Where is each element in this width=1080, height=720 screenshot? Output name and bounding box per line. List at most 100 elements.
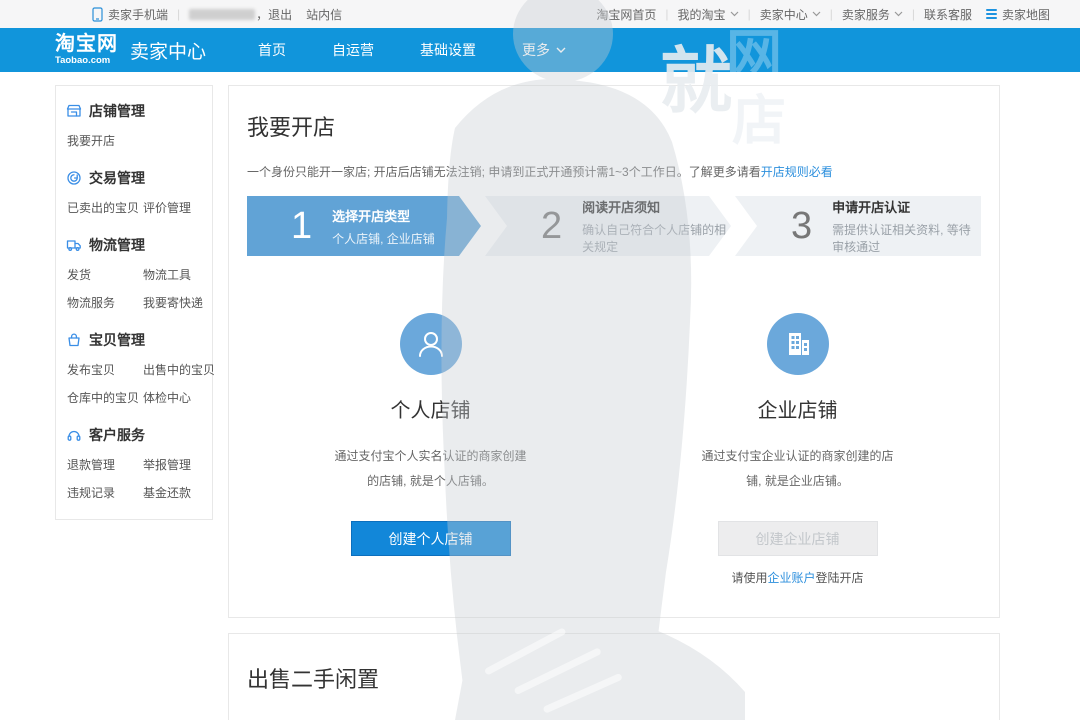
second-hand-title: 出售二手闲置 [247,662,981,694]
desc-line: 铺, 就是企业店铺。 [701,469,893,494]
trade-icon [66,170,82,186]
sidebar-item-send-express[interactable]: 我要寄快递 [143,294,204,311]
sidebar-group-title: 店铺管理 [89,101,145,121]
chevron-down-icon [812,11,821,17]
divider: | [665,7,668,21]
personal-shop-title: 个人店铺 [391,394,471,423]
bag-icon [66,332,82,348]
enterprise-shop-title: 企业店铺 [758,394,838,423]
note-prefix: 请使用 [731,571,767,585]
sidebar-item-sold-items[interactable]: 已卖出的宝贝 [67,199,143,216]
seller-services-menu[interactable]: 卖家服务 [842,6,903,23]
open-shop-steps: 1 选择开店类型 个人店铺, 企业店铺 2 阅读开店须知 确认自己符合个人店铺的… [247,196,981,256]
nav-home[interactable]: 首页 [258,40,286,60]
divider: | [830,7,833,21]
step-title: 选择开店类型 [332,206,435,225]
enterprise-login-note: 请使用企业账户登陆开店 [731,569,863,586]
enterprise-shop-card: 企业店铺 通过支付宝企业认证的商家创建的店 铺, 就是企业店铺。 创建企业店铺 … [628,313,968,586]
sidebar-item-logistics-tools[interactable]: 物流工具 [143,266,204,283]
page-description: 一个身份只能开一家店; 开店后店铺无法注销; 申请到正式开通预计需1~3个工作日… [247,163,981,180]
sidebar-group-shop: 店铺管理 我要开店 [66,101,204,149]
username-redacted [189,9,255,20]
chevron-down-icon [556,47,566,54]
sidebar-item-health-check-center[interactable]: 体检中心 [143,389,215,406]
desc-line: 通过支付宝企业认证的商家创建的店 [701,444,893,469]
nav-more-menu[interactable]: 更多 [522,40,566,60]
sidebar-group-trade: 交易管理 已卖出的宝贝 评价管理 [66,168,204,216]
sidebar-item-logistics-services[interactable]: 物流服务 [67,294,143,311]
my-taobao-menu[interactable]: 我的淘宝 [678,6,739,23]
create-personal-shop-button[interactable]: 创建个人店铺 [351,521,511,556]
logout-link[interactable]: 退出 [268,6,292,23]
shop-rules-link[interactable]: 开店规则必看 [761,165,833,179]
nav-more-label: 更多 [522,40,550,60]
sidebar-group-title: 交易管理 [89,168,145,188]
sidebar-group-title: 物流管理 [89,235,145,255]
step-title: 申请开店认证 [832,197,981,216]
personal-shop-description: 通过支付宝个人实名认证的商家创建 的店铺, 就是个人店铺。 [334,444,526,494]
sidebar-item-open-shop[interactable]: 我要开店 [67,132,143,149]
chevron-down-icon [730,11,739,17]
building-icon [767,313,829,375]
sidebar-item-violation-records[interactable]: 违规记录 [67,484,143,501]
main-navbar: 淘宝网 Taobao.com 卖家中心 首页 自运营 基础设置 更多 [0,28,1080,72]
seller-map-link[interactable]: 卖家地图 [1002,6,1050,23]
step-choose-shop-type: 1 选择开店类型 个人店铺, 企业店铺 [247,196,481,256]
step-number: 3 [791,207,812,245]
step-apply-certification: 3 申请开店认证 需提供认证相关资料, 等待审核通过 [735,196,981,256]
sidebar-group-items: 宝贝管理 发布宝贝 出售中的宝贝 仓库中的宝贝 体检中心 [66,330,204,406]
sidebar-item-refund-management[interactable]: 退款管理 [67,456,143,473]
enterprise-shop-description: 通过支付宝企业认证的商家创建的店 铺, 就是企业店铺。 [701,444,893,494]
comma: ， [256,6,268,23]
page-title: 我要开店 [247,110,981,142]
sidebar-item-report-management[interactable]: 举报管理 [143,456,204,473]
contact-support-link[interactable]: 联系客服 [924,6,972,23]
person-icon [400,313,462,375]
step-number: 2 [541,207,562,245]
sidebar-item-fund-repayment[interactable]: 基金还款 [143,484,204,501]
sidebar-item-items-on-sale[interactable]: 出售中的宝贝 [143,361,215,378]
divider: | [177,7,180,21]
sidebar-group-title: 客户服务 [89,425,145,445]
shop-type-cards: 个人店铺 通过支付宝个人实名认证的商家创建 的店铺, 就是个人店铺。 创建个人店… [247,313,981,586]
taobao-logo-cn: 淘宝网 [55,34,118,54]
sidebar-item-ship[interactable]: 发货 [67,266,143,283]
truck-icon [66,237,82,253]
nav-self-operation[interactable]: 自运营 [332,40,374,60]
create-enterprise-shop-button[interactable]: 创建企业店铺 [718,521,878,556]
desc-line: 通过支付宝个人实名认证的商家创建 [334,444,526,469]
sidebar-item-items-in-stock[interactable]: 仓库中的宝贝 [67,389,143,406]
hamburger-icon [986,9,997,19]
nav-basic-settings[interactable]: 基础设置 [420,40,476,60]
open-shop-panel: 我要开店 一个身份只能开一家店; 开店后店铺无法注销; 申请到正式开通预计需1~… [228,85,1000,618]
seller-center-menu[interactable]: 卖家中心 [760,6,821,23]
site-messages-link[interactable]: 站内信 [306,6,342,23]
headset-icon [66,427,82,443]
divider: | [748,7,751,21]
sidebar-item-publish-item[interactable]: 发布宝贝 [67,361,143,378]
note-suffix: 登陆开店 [816,571,864,585]
top-utility-bar: 卖家手机端 | ， 退出 站内信 淘宝网首页 | 我的淘宝 | 卖家中心 | 卖… [0,0,1080,28]
seller-center-label: 卖家中心 [760,6,808,23]
taobao-home-link[interactable]: 淘宝网首页 [596,6,656,23]
step-number: 1 [291,207,312,245]
seller-center-page: 卖家手机端 | ， 退出 站内信 淘宝网首页 | 我的淘宝 | 卖家中心 | 卖… [0,0,1080,720]
sidebar-group-logistics: 物流管理 发货 物流工具 物流服务 我要寄快递 [66,235,204,311]
step-subtitle: 确认自己符合个人店铺的相关规定 [582,221,731,255]
taobao-logo[interactable]: 淘宝网 Taobao.com [55,34,118,66]
sidebar-item-review-management[interactable]: 评价管理 [143,199,204,216]
enterprise-account-link[interactable]: 企业账户 [767,571,815,585]
taobao-logo-en: Taobao.com [55,56,118,66]
sidebar: 店铺管理 我要开店 交易管理 已卖出的宝贝 评价管理 [55,85,213,520]
desc-line: 的店铺, 就是个人店铺。 [334,469,526,494]
step-subtitle: 个人店铺, 企业店铺 [332,230,435,247]
seller-services-label: 卖家服务 [842,6,890,23]
step-subtitle: 需提供认证相关资料, 等待审核通过 [832,221,981,255]
seller-mobile-label: 卖家手机端 [108,6,168,23]
sidebar-group-title: 宝贝管理 [89,330,145,350]
seller-mobile-link[interactable]: 卖家手机端 [92,6,168,23]
step-title: 阅读开店须知 [582,197,731,216]
seller-center-title: 卖家中心 [130,37,206,64]
sidebar-group-customer-service: 客户服务 退款管理 举报管理 违规记录 基金还款 [66,425,204,501]
my-taobao-label: 我的淘宝 [678,6,726,23]
